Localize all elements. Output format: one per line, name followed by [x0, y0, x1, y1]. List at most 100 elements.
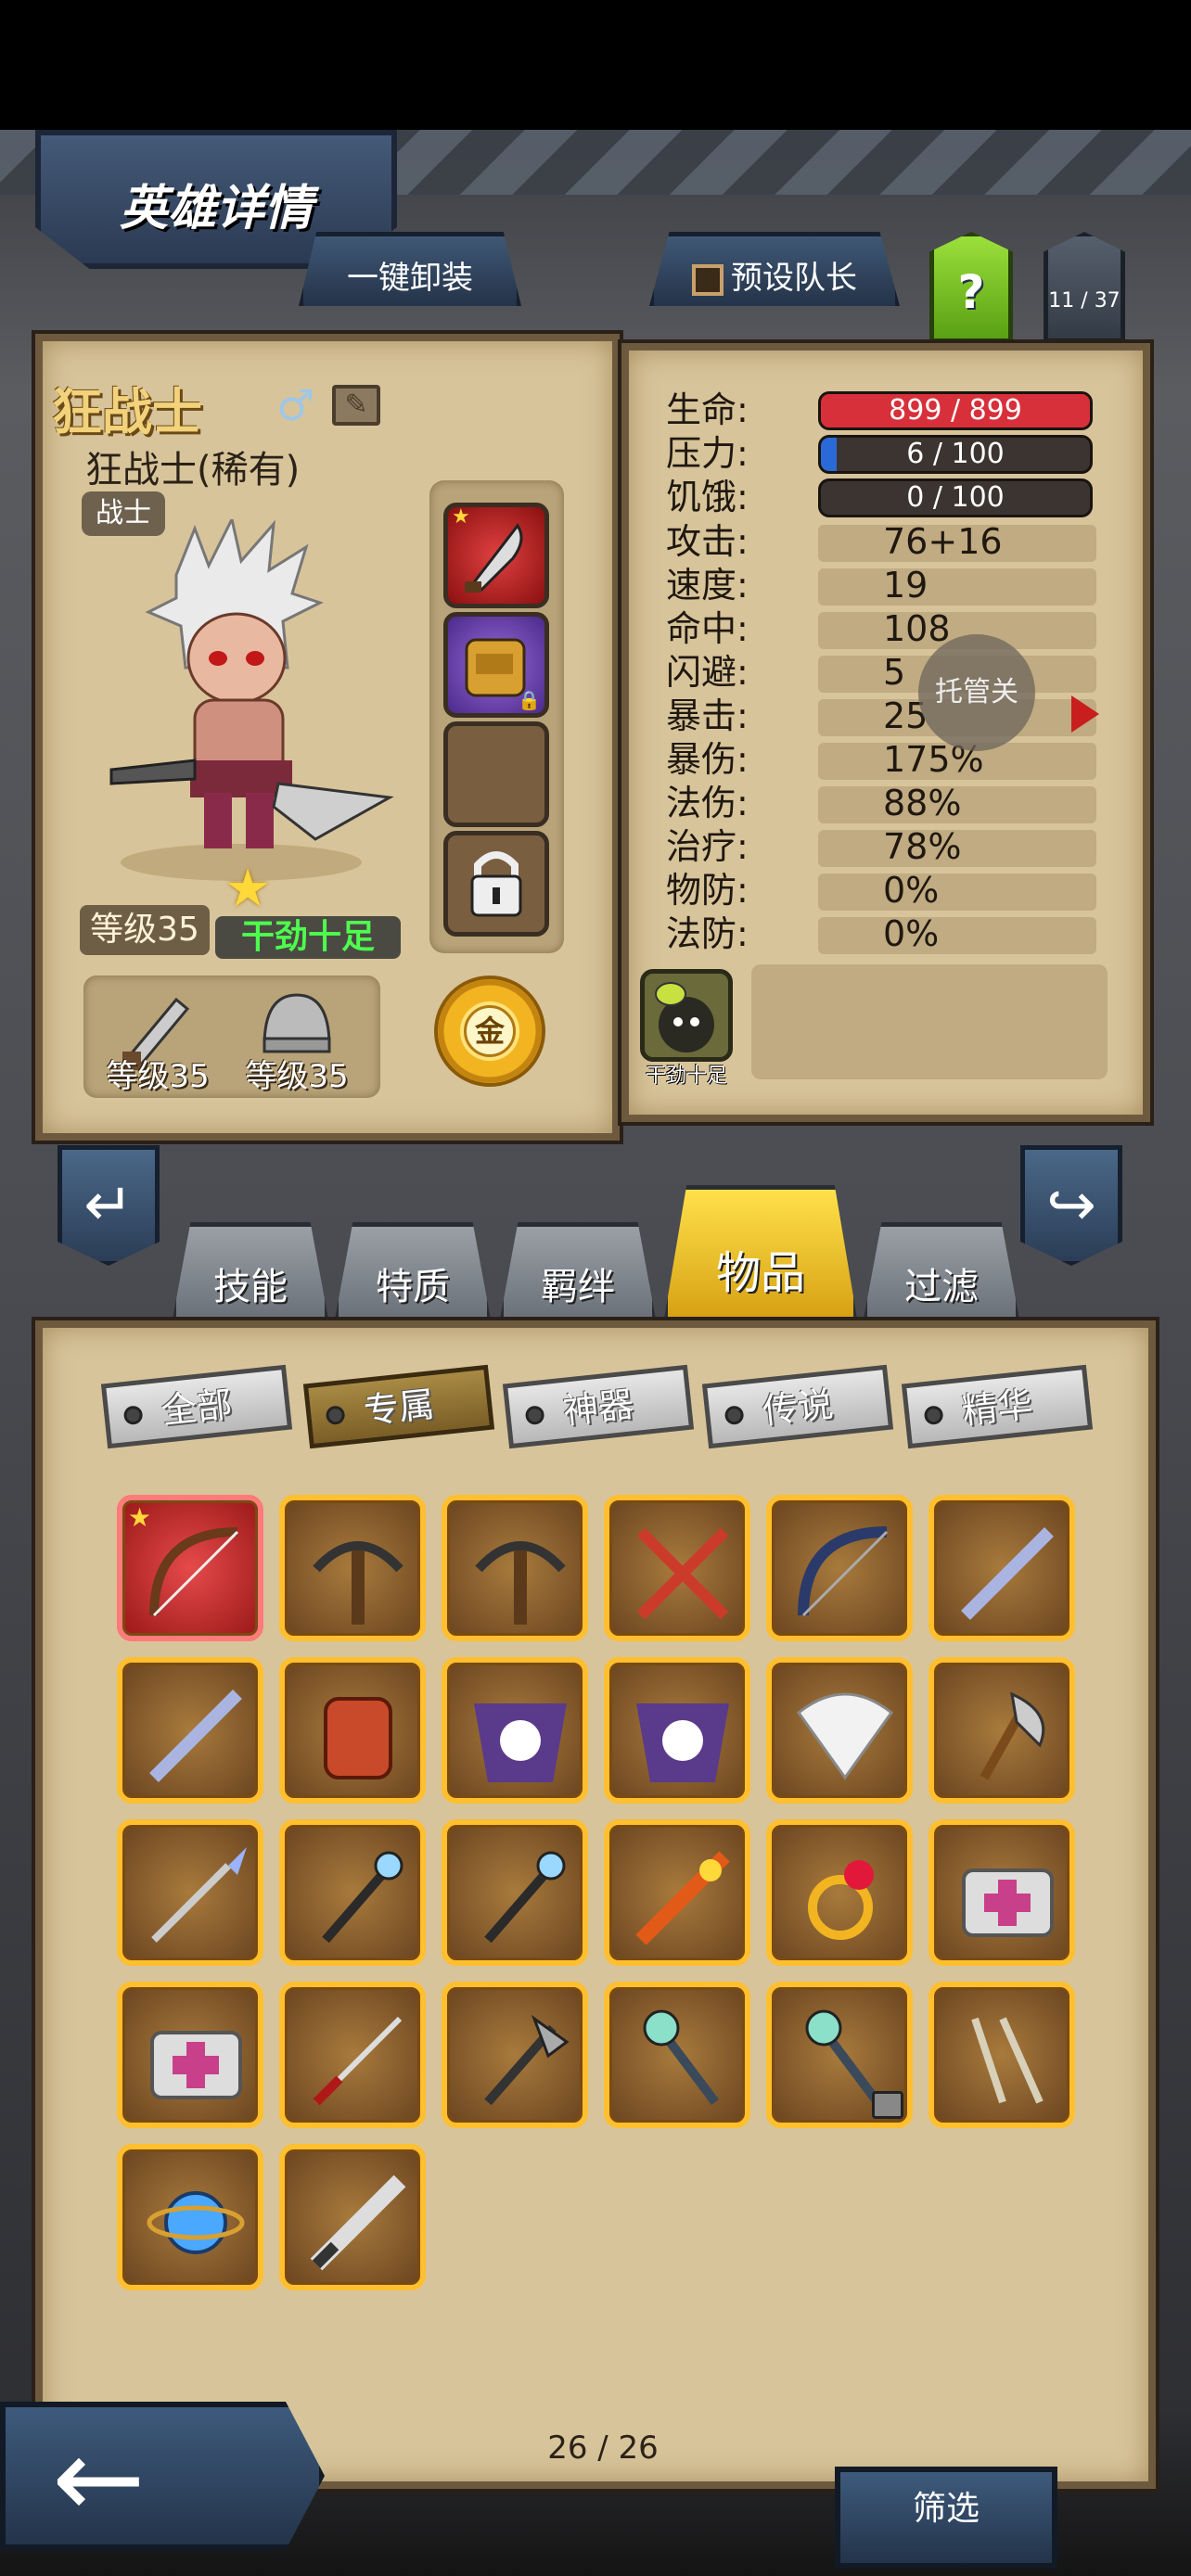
tab-filter[interactable]: 过滤: [863, 1222, 1020, 1324]
item-slot[interactable]: [117, 1657, 263, 1804]
trait-icon[interactable]: [640, 969, 733, 1062]
checkbox-icon: [692, 263, 724, 296]
tab-bonds[interactable]: 羁绊: [499, 1222, 657, 1324]
item-slot[interactable]: [604, 1819, 750, 1966]
staff-icon: [322, 1851, 403, 1944]
item-slot[interactable]: [279, 1657, 426, 1804]
claw-blades-icon: [971, 2017, 1044, 2104]
item-slot[interactable]: [442, 1819, 588, 1966]
flame-sword-icon: [635, 1851, 730, 1945]
item-slot[interactable]: ★: [117, 1495, 263, 1641]
edit-name-icon[interactable]: ✎: [332, 385, 380, 426]
stat-stress: 压力: 6 / 100: [660, 433, 1093, 474]
item-slot[interactable]: [279, 1495, 426, 1641]
lock-icon: 🔒: [518, 689, 541, 711]
stat-crit-damage: 暴伤: 175%: [660, 739, 1096, 780]
medkit-icon: [962, 1868, 1054, 1937]
staff-icon: [484, 1851, 566, 1944]
hero-name: 狂战士: [52, 383, 202, 441]
skull-cloak-icon: [636, 1703, 729, 1782]
male-gender-icon: ♂: [276, 380, 315, 430]
tab-traits[interactable]: 特质: [334, 1222, 492, 1324]
item-slot[interactable]: [766, 1657, 913, 1804]
item-slot[interactable]: [604, 1495, 750, 1641]
armor-icon: [324, 1697, 392, 1779]
item-slot[interactable]: [279, 1982, 426, 2128]
item-slot[interactable]: [928, 1495, 1075, 1641]
empty-slot[interactable]: [443, 721, 549, 827]
axe-icon: [980, 1691, 1045, 1780]
item-slot[interactable]: [117, 2144, 263, 2290]
question-icon: ?: [957, 265, 985, 319]
item-slot[interactable]: [604, 1982, 750, 2128]
tab-items[interactable]: 物品: [663, 1185, 858, 1324]
page-indicator: 26 / 26: [547, 2429, 659, 2467]
hero-count-badge: 11 / 37: [1044, 232, 1125, 343]
item-slot[interactable]: [279, 1819, 426, 1966]
item-slot[interactable]: [928, 1819, 1075, 1966]
item-slot[interactable]: [766, 1982, 913, 2128]
lock-icon: [872, 2091, 903, 2119]
back-arrow-icon: ↵: [83, 1171, 134, 1240]
auto-toggle-button[interactable]: 托管关: [918, 634, 1035, 751]
next-arrow-icon[interactable]: [1071, 695, 1099, 733]
trait-area: [751, 964, 1108, 1079]
left-arrow-icon: ←: [52, 2415, 146, 2544]
item-slot[interactable]: [442, 1495, 588, 1641]
item-slot[interactable]: [442, 1657, 588, 1804]
stat-attack: 攻击: 76+16: [660, 521, 1096, 562]
item-slot[interactable]: [117, 1819, 263, 1966]
filter-button[interactable]: 筛选: [835, 2467, 1057, 2569]
preset-leader-toggle[interactable]: 预设队长: [649, 232, 900, 306]
crossbow-icon: [475, 1541, 566, 1625]
prev-hero-button[interactable]: ↵: [58, 1145, 160, 1266]
stat-accuracy: 命中: 108: [660, 608, 1096, 649]
weapon-slot[interactable]: ★: [443, 503, 549, 608]
weapon-gear[interactable]: 等级35: [93, 976, 223, 1098]
page-title: 英雄详情: [119, 181, 313, 236]
tab-skills[interactable]: 技能: [172, 1222, 329, 1324]
item-slot[interactable]: [766, 1495, 913, 1641]
back-button[interactable]: ←: [0, 2402, 325, 2550]
gem-staff-icon: [643, 2009, 719, 2105]
game-screen: 英雄详情 一键卸装 预设队长 ? 11 / 37 狂战士 ♂ ✎ 狂战士(稀有)…: [0, 0, 1191, 2576]
next-hero-button[interactable]: ↪: [1020, 1145, 1122, 1266]
ruby-ring-icon: [808, 1860, 874, 1940]
help-button[interactable]: ?: [929, 232, 1013, 343]
flute-icon: [961, 1527, 1054, 1620]
item-slot[interactable]: [442, 1982, 588, 2128]
gear-box: 等级35 等级35: [83, 976, 380, 1098]
stat-phys-def: 物防: 0%: [660, 870, 1096, 911]
armor-gear[interactable]: 等级35: [232, 976, 362, 1098]
star-icon: ★: [452, 505, 470, 529]
skull-cloak-icon: [474, 1703, 567, 1782]
orb-icon: [147, 2191, 245, 2254]
trait-label: 干劲十足: [645, 1065, 727, 1088]
item-slot[interactable]: [928, 1982, 1075, 2128]
item-slot[interactable]: [604, 1657, 750, 1804]
feather-fan-icon: [796, 1692, 894, 1780]
stat-speed: 速度: 19: [660, 565, 1096, 606]
dark-bow-icon: [798, 1526, 889, 1617]
unequip-all-button[interactable]: 一键卸装: [299, 232, 521, 306]
item-slot[interactable]: [928, 1657, 1075, 1804]
hero-level: 等级35: [80, 905, 210, 955]
locked-slot[interactable]: [443, 831, 549, 937]
forward-arrow-icon: ↪: [1046, 1171, 1096, 1240]
crossbow-icon: [313, 1541, 403, 1625]
bag-slot[interactable]: 🔒: [443, 612, 549, 718]
stat-magic-def: 法防: 0%: [660, 913, 1096, 954]
drill-lance-icon: [310, 2174, 406, 2271]
item-slot[interactable]: [117, 1982, 263, 2128]
flute-icon: [149, 1690, 242, 1782]
rank-star-icon: ★: [224, 859, 272, 919]
stat-hunger: 饥饿: 0 / 100: [660, 477, 1093, 517]
spear-icon: [151, 1847, 247, 1943]
trait-face-icon: [655, 982, 714, 1052]
item-slot[interactable]: [766, 1819, 913, 1966]
item-slot[interactable]: [279, 2144, 426, 2290]
katana-icon: [313, 2016, 403, 2106]
hero-subtitle: 狂战士(稀有): [85, 449, 301, 491]
stat-magic-damage: 法伤: 88%: [660, 783, 1096, 823]
gold-coin-button[interactable]: 金: [434, 976, 545, 1087]
